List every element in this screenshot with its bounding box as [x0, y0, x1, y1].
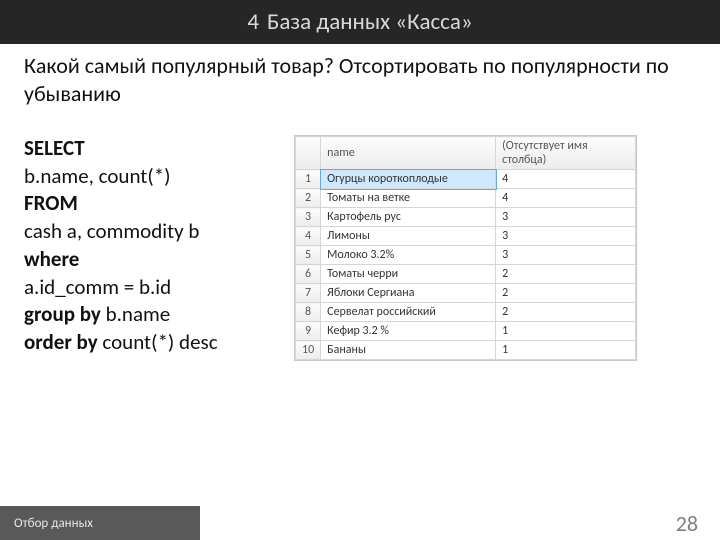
cell-name: Кефир 3.2 %	[321, 322, 496, 341]
row-number: 6	[296, 265, 321, 284]
sql-line: count(*) desc	[98, 329, 218, 355]
slide-footer: Отбор данных 28	[0, 506, 720, 540]
section-number: 4	[247, 8, 259, 36]
slide-question: Какой самый популярный товар? Отсортиров…	[0, 44, 720, 107]
cell-name: Бананы	[321, 341, 496, 360]
cell-name: Лимоны	[321, 227, 496, 246]
sql-kw-orderby: order by	[24, 329, 98, 355]
row-number: 8	[296, 303, 321, 322]
footer-tab: Отбор данных	[0, 506, 200, 540]
sql-query: SELECT b.name, count(*) FROM cash a, com…	[24, 135, 274, 357]
sql-kw-groupby: group by	[24, 301, 101, 327]
cell-count: 2	[496, 284, 636, 303]
table-row: 1Огурцы короткоплодые4	[296, 170, 636, 189]
cell-count: 1	[496, 322, 636, 341]
cell-name: Яблоки Сергиана	[321, 284, 496, 303]
table-row: 7Яблоки Сергиана2	[296, 284, 636, 303]
cell-name: Томаты на ветке	[321, 189, 496, 208]
row-number: 10	[296, 341, 321, 360]
sql-line: cash a, commodity b	[24, 218, 274, 246]
cell-count: 2	[496, 265, 636, 284]
sql-kw-from: FROM	[24, 190, 78, 216]
sql-line: b.name, count(*)	[24, 163, 274, 191]
sql-kw-select: SELECT	[24, 135, 85, 161]
cell-name: Сервелат российский	[321, 303, 496, 322]
row-number: 1	[296, 170, 321, 189]
row-number: 4	[296, 227, 321, 246]
row-number: 5	[296, 246, 321, 265]
table-row: 6Томаты черри2	[296, 265, 636, 284]
cell-name: Томаты черри	[321, 265, 496, 284]
table-row: 10Бананы1	[296, 341, 636, 360]
table-row: 4Лимоны3	[296, 227, 636, 246]
row-number: 9	[296, 322, 321, 341]
cell-count: 1	[496, 341, 636, 360]
cell-name: Картофель рус	[321, 208, 496, 227]
table-row: 3Картофель рус3	[296, 208, 636, 227]
table-row: 2Томаты на ветке4	[296, 189, 636, 208]
page-number: 28	[676, 506, 720, 540]
grid-corner	[296, 137, 321, 170]
table-row: 8Сервелат российский2	[296, 303, 636, 322]
section-title: База данных «Касса»	[267, 8, 473, 36]
row-number: 3	[296, 208, 321, 227]
slide-header: 4 База данных «Касса»	[0, 0, 720, 44]
table-row: 9Кефир 3.2 %1	[296, 322, 636, 341]
cell-count: 2	[496, 303, 636, 322]
cell-count: 4	[496, 189, 636, 208]
cell-count: 3	[496, 227, 636, 246]
cell-name: Огурцы короткоплодые	[321, 170, 496, 189]
cell-count: 3	[496, 246, 636, 265]
result-grid: name (Отсутствует имя столбца) 1Огурцы к…	[294, 135, 637, 361]
grid-col-count: (Отсутствует имя столбца)	[496, 137, 636, 170]
cell-count: 4	[496, 170, 636, 189]
row-number: 2	[296, 189, 321, 208]
cell-name: Молоко 3.2%	[321, 246, 496, 265]
row-number: 7	[296, 284, 321, 303]
table-row: 5Молоко 3.2%3	[296, 246, 636, 265]
cell-count: 3	[496, 208, 636, 227]
sql-line: b.name	[101, 301, 170, 327]
slide-content: SELECT b.name, count(*) FROM cash a, com…	[0, 107, 720, 361]
sql-line: a.id_comm = b.id	[24, 274, 274, 302]
grid-col-name: name	[321, 137, 496, 170]
sql-kw-where: where	[24, 246, 79, 272]
